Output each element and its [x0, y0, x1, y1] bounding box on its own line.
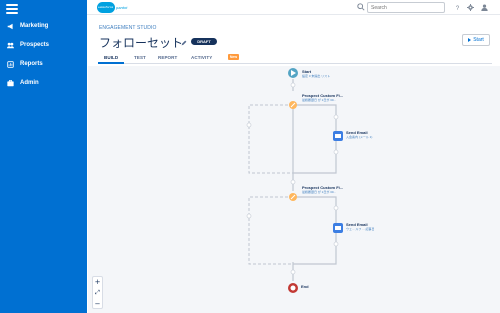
studio-label: ENGAGEMENT STUDIO [99, 25, 157, 31]
svg-text:?: ? [455, 4, 459, 10]
active-tab-indicator [98, 62, 124, 64]
tab-test[interactable]: TEST [134, 55, 146, 60]
sidebar-item-reports[interactable]: Reports [0, 55, 87, 73]
top-bar: salesforce pardot ? [87, 0, 500, 15]
zoom-controls: + ⤢ − [92, 276, 103, 309]
reports-icon [5, 60, 15, 68]
sidebar: Marketing Prospects Reports Admin [0, 0, 87, 313]
play-icon [468, 38, 472, 42]
menu-icon[interactable] [6, 4, 18, 14]
user-icon[interactable] [480, 3, 488, 11]
start-button[interactable]: Start [462, 34, 490, 46]
search-input[interactable] [367, 2, 445, 13]
email-1-sub: 入会案内 (メール 1) [346, 135, 373, 139]
zoom-in-button[interactable]: + [93, 277, 102, 287]
trigger-2-sub: 最終履歴日 が 1日が 30... [302, 190, 337, 194]
tab-activity[interactable]: ACTIVITY [191, 55, 212, 60]
gear-icon[interactable] [466, 3, 474, 11]
flow-diagram [246, 68, 343, 293]
salesforce-cloud-logo: salesforce [97, 2, 115, 13]
flow-canvas[interactable]: Start 設定 0 未提出 リスト Prospect Custom Fi...… [88, 66, 500, 313]
page-title: フォローセット [99, 36, 184, 50]
sidebar-item-prospects[interactable]: Prospects [0, 36, 87, 54]
status-badge: DRAFT [191, 38, 217, 45]
zoom-out-button[interactable]: − [93, 299, 102, 309]
marketing-icon [5, 23, 15, 30]
sidebar-item-label: Reports [20, 61, 43, 67]
pencil-icon[interactable] [181, 40, 187, 46]
search-icon [357, 3, 365, 11]
sidebar-item-marketing[interactable]: Marketing [0, 17, 87, 35]
pardot-logo: salesforce pardot [97, 2, 131, 13]
tab-report[interactable]: REPORT [158, 55, 177, 60]
new-badge: New [228, 54, 239, 60]
end-node-label: End [301, 284, 309, 289]
tab-bar: BUILD TEST REPORT ACTIVITY New [98, 54, 492, 64]
sidebar-item-admin[interactable]: Admin [0, 74, 87, 92]
start-button-label: Start [473, 37, 484, 43]
help-icon[interactable]: ? [453, 3, 461, 11]
prospects-icon [5, 42, 15, 49]
trigger-1-sub: 最終履歴日 が 1日が 30... [302, 98, 337, 102]
tab-build[interactable]: BUILD [104, 55, 118, 60]
brand-cloud-text: salesforce [98, 5, 114, 9]
sidebar-item-label: Admin [20, 80, 39, 86]
fit-to-screen-button[interactable]: ⤢ [93, 288, 102, 298]
sidebar-item-label: Marketing [20, 23, 49, 29]
admin-icon [5, 79, 15, 87]
brand-product-text: pardot [116, 5, 128, 10]
email-2-sub: ウェ... ルフ ... 記事日 [346, 227, 375, 231]
start-node-sub: 設定 0 未提出 リスト [302, 74, 331, 78]
sidebar-item-label: Prospects [20, 42, 50, 48]
